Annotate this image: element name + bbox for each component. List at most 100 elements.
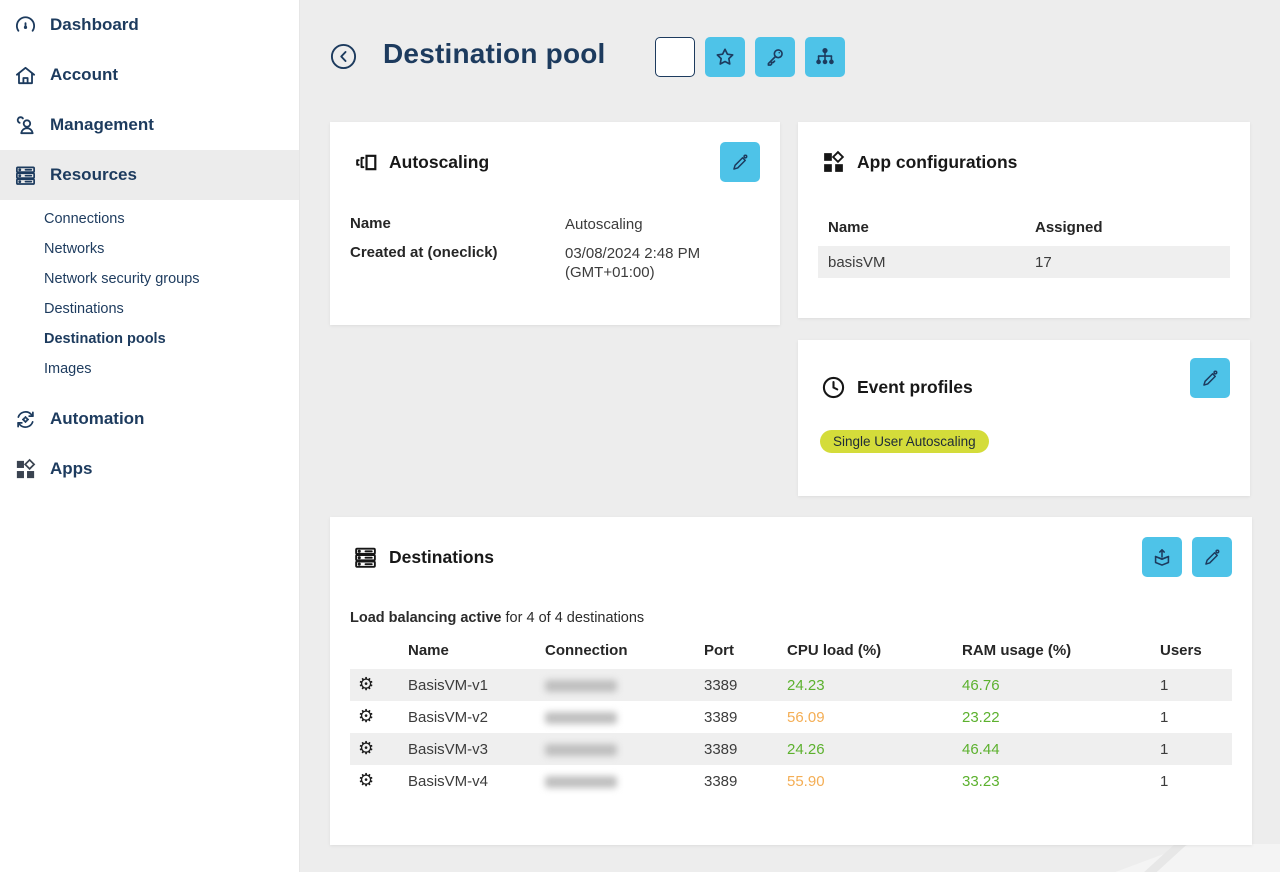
sidebar-item-destinations[interactable]: Destinations — [0, 294, 299, 324]
sidebar-item-account[interactable]: Account — [0, 50, 299, 100]
automation-icon — [13, 407, 37, 431]
card-title: Destinations — [389, 547, 494, 568]
destination-name: BasisVM-v3 — [396, 733, 533, 765]
status-bold: Load balancing active — [350, 610, 502, 626]
card-title: Autoscaling — [389, 152, 489, 173]
pencil-icon — [730, 152, 751, 173]
field-value: 03/08/2024 2:48 PM (GMT+01:00) — [565, 244, 760, 283]
destination-row[interactable]: ⚙ BasisVM-v4 3389 55.90 33.23 1 — [350, 765, 1232, 797]
edit-event-profiles-button[interactable] — [1190, 358, 1230, 398]
clock-icon — [820, 374, 846, 400]
destination-row[interactable]: ⚙ BasisVM-v2 3389 56.09 23.22 1 — [350, 701, 1232, 733]
edit-destinations-button[interactable] — [1192, 537, 1232, 577]
star-icon — [714, 46, 736, 68]
sidebar-item-label: Automation — [50, 409, 144, 429]
field-label: Name — [350, 215, 565, 235]
load-balancing-status: Load balancing active for 4 of 4 destina… — [350, 610, 644, 626]
destination-name: BasisVM-v4 — [396, 765, 533, 797]
sidebar-item-network-security-groups[interactable]: Network security groups — [0, 264, 299, 294]
sidebar-item-connections[interactable]: Connections — [0, 204, 299, 234]
page-title: Destination pool — [383, 38, 606, 70]
field-row: Created at (oneclick) 03/08/2024 2:48 PM… — [350, 244, 760, 283]
ram-usage-value: 46.76 — [962, 677, 1000, 694]
field-row: Name Autoscaling — [350, 215, 760, 235]
subnav-label: Images — [44, 361, 92, 377]
card-title: Event profiles — [857, 377, 973, 398]
destination-users: 1 — [1148, 765, 1232, 797]
cpu-load-value: 24.26 — [787, 741, 825, 758]
cpu-load-value: 56.09 — [787, 709, 825, 726]
delete-button[interactable] — [655, 37, 695, 77]
cpu-load-value: 24.23 — [787, 677, 825, 694]
destination-name: BasisVM-v2 — [396, 701, 533, 733]
sidebar-item-automation[interactable]: Automation — [0, 394, 299, 444]
destinations-table: Name Connection Port CPU load (%) RAM us… — [350, 642, 1232, 797]
sidebar-item-images[interactable]: Images — [0, 354, 299, 384]
gauge-icon — [13, 13, 37, 37]
scaling-icon — [352, 149, 378, 175]
users-icon — [13, 113, 37, 137]
destination-row[interactable]: ⚙ BasisVM-v1 3389 24.23 46.76 1 — [350, 669, 1232, 701]
destination-settings-gear-icon[interactable]: ⚙ — [358, 772, 374, 790]
ram-usage-value: 33.23 — [962, 773, 1000, 790]
app-root: Dashboard Account Management — [0, 0, 1280, 872]
apps-icon — [13, 457, 37, 481]
sidebar-item-apps[interactable]: Apps — [0, 444, 299, 494]
destination-settings-gear-icon[interactable]: ⚙ — [358, 676, 374, 694]
app-configurations-table: Name Assigned basisVM 17 — [818, 214, 1230, 278]
sidebar-item-label: Apps — [50, 459, 93, 479]
app-configuration-assigned: 17 — [1025, 254, 1230, 271]
export-destinations-button[interactable] — [1142, 537, 1182, 577]
destination-settings-gear-icon[interactable]: ⚙ — [358, 708, 374, 726]
app-configuration-row[interactable]: basisVM 17 — [818, 246, 1230, 278]
event-profile-badge: Single User Autoscaling — [820, 430, 989, 453]
box-export-icon — [1151, 546, 1173, 568]
autoscaling-fields: Name Autoscaling Created at (oneclick) 0… — [350, 215, 760, 292]
sidebar-item-resources[interactable]: Resources — [0, 150, 299, 200]
destination-settings-gear-icon[interactable]: ⚙ — [358, 740, 374, 758]
destination-users: 1 — [1148, 701, 1232, 733]
column-header-gear — [350, 642, 396, 669]
cpu-load-value: 55.90 — [787, 773, 825, 790]
main-content: Destination pool — [300, 0, 1280, 872]
header-actions — [655, 37, 845, 77]
destination-connection-redacted — [545, 744, 617, 756]
sidebar-item-dashboard[interactable]: Dashboard — [0, 0, 299, 50]
hierarchy-button[interactable] — [805, 37, 845, 77]
subnav-label: Network security groups — [44, 271, 200, 287]
column-header-name: Name — [818, 219, 1025, 236]
back-button[interactable] — [330, 43, 357, 70]
key-button[interactable] — [755, 37, 795, 77]
subnav-label: Connections — [44, 211, 125, 227]
sidebar-item-networks[interactable]: Networks — [0, 234, 299, 264]
sidebar-item-destination-pools[interactable]: Destination pools — [0, 324, 299, 354]
destinations-table-body: ⚙ BasisVM-v1 3389 24.23 46.76 1 ⚙ BasisV… — [350, 669, 1232, 797]
destination-port: 3389 — [692, 765, 775, 797]
column-header-users: Users — [1148, 642, 1232, 669]
field-label: Created at (oneclick) — [350, 244, 565, 283]
key-icon — [764, 46, 786, 68]
sidebar-item-label: Dashboard — [50, 15, 139, 35]
destination-users: 1 — [1148, 733, 1232, 765]
home-icon — [13, 63, 37, 87]
servers-icon — [352, 544, 378, 570]
destination-name: BasisVM-v1 — [396, 669, 533, 701]
destination-row[interactable]: ⚙ BasisVM-v3 3389 24.26 46.44 1 — [350, 733, 1232, 765]
column-header-port: Port — [692, 642, 775, 669]
app-configurations-card: App configurations Name Assigned basisVM… — [798, 122, 1250, 318]
sitemap-icon — [814, 46, 836, 68]
destination-port: 3389 — [692, 669, 775, 701]
app-configuration-name: basisVM — [818, 254, 1025, 271]
field-value: Autoscaling — [565, 215, 760, 235]
card-title: App configurations — [857, 152, 1017, 173]
column-header-ram-usage: RAM usage (%) — [950, 642, 1148, 669]
favorite-button[interactable] — [705, 37, 745, 77]
autoscaling-card: Autoscaling Name Autoscaling Created at … — [330, 122, 780, 325]
destination-port: 3389 — [692, 701, 775, 733]
sidebar: Dashboard Account Management — [0, 0, 300, 872]
event-profiles-card: Event profiles Single User Autoscaling — [798, 340, 1250, 496]
sidebar-item-management[interactable]: Management — [0, 100, 299, 150]
destination-connection-redacted — [545, 680, 617, 692]
edit-autoscaling-button[interactable] — [720, 142, 760, 182]
table-header-row: Name Connection Port CPU load (%) RAM us… — [350, 642, 1232, 669]
